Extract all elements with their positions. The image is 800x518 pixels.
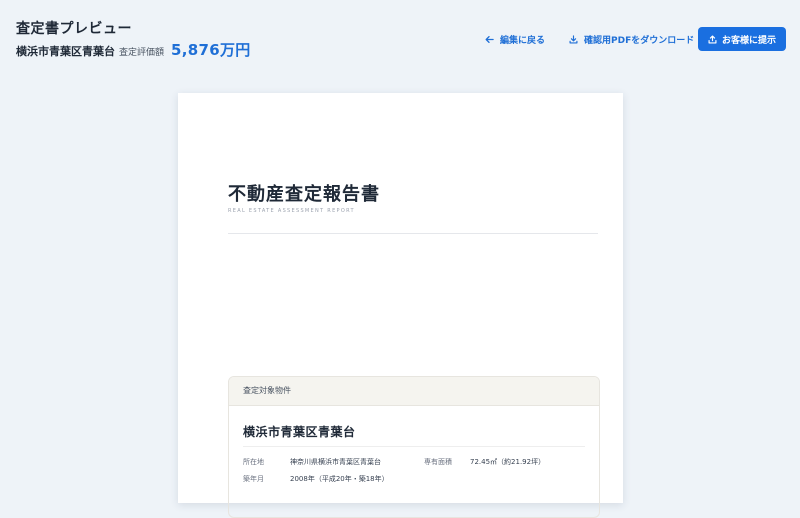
property-card: 査定対象物件 横浜市青葉区青葉台 所在地 神奈川県横浜市青葉区青葉台 専有面積 …	[228, 376, 600, 518]
title-divider	[228, 233, 598, 234]
download-pdf-label: 確認用PDFをダウンロード	[584, 35, 695, 46]
location-value: 神奈川県横浜市青葉区青葉台	[290, 458, 381, 466]
property-divider	[243, 446, 585, 447]
present-to-customer-label: お客様に提示	[721, 35, 776, 46]
built-value: 2008年（平成20年・築18年）	[290, 475, 389, 483]
price-value: 5,876万円	[171, 41, 251, 59]
report-title: 不動産査定報告書	[228, 184, 380, 205]
report-subtitle: REAL ESTATE ASSESSMENT REPORT	[228, 208, 355, 214]
arrow-left-icon	[485, 35, 494, 44]
download-icon	[569, 34, 578, 44]
report-preview-page: 不動産査定報告書 REAL ESTATE ASSESSMENT REPORT 査…	[178, 93, 623, 518]
property-name: 横浜市青葉区青葉台	[243, 425, 356, 439]
location-label: 所在地	[243, 458, 264, 466]
share-upload-icon	[708, 34, 717, 44]
property-address: 横浜市青葉区青葉台	[16, 45, 115, 58]
property-card-header: 査定対象物件	[229, 377, 599, 406]
top-bar: 査定書プレビュー 横浜市青葉区青葉台 査定評価額 5,876万円 編集に戻る 確…	[0, 0, 800, 80]
present-to-customer-button[interactable]: お客様に提示	[698, 27, 786, 51]
area-label: 専有面積	[424, 458, 452, 466]
built-label: 築年月	[243, 475, 264, 483]
back-to-edit-label: 編集に戻る	[500, 35, 546, 46]
area-value: 72.45㎡（約21.92坪）	[470, 458, 546, 466]
price-label: 査定評価額	[119, 48, 165, 58]
download-pdf-button[interactable]: 確認用PDFをダウンロード	[569, 32, 694, 46]
back-to-edit-button[interactable]: 編集に戻る	[485, 32, 545, 46]
page-title: 査定書プレビュー	[16, 21, 132, 37]
